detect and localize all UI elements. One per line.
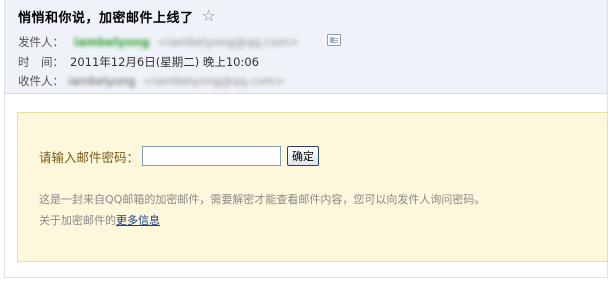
confirm-button[interactable]: 确定 xyxy=(287,146,320,166)
mail-header: 悄悄和你说，加密邮件上线了 ☆ 发件人： iambelyong <iambely… xyxy=(5,0,607,94)
mail-subject: 悄悄和你说，加密邮件上线了 ☆ xyxy=(18,7,216,26)
recipient-address: <iambelyong@qq.com> xyxy=(143,74,285,88)
password-label: 请输入邮件密码： xyxy=(39,149,140,165)
time-label: 时 间： xyxy=(18,55,64,69)
sender-name[interactable]: iambelyong xyxy=(74,35,149,49)
recipient-name[interactable]: iambelyong xyxy=(68,74,135,88)
from-row: 发件人： iambelyong <iambelyong@qq.com> xyxy=(18,34,299,50)
subject-text: 悄悄和你说，加密邮件上线了 xyxy=(18,10,194,26)
contact-card-icon[interactable] xyxy=(327,34,341,46)
more-info-link[interactable]: 更多信息 xyxy=(116,214,160,227)
to-row: 收件人： iambelyong <iambelyong@qq.com> xyxy=(18,73,285,89)
more-info-prefix: 关于加密邮件的 xyxy=(39,214,116,227)
from-label: 发件人： xyxy=(18,35,64,49)
password-input[interactable] xyxy=(142,146,282,166)
sender-address: <iambelyong@qq.com> xyxy=(157,35,299,49)
encrypted-mail-panel: 请输入邮件密码： 确定 这是一封来自QQ邮箱的加密邮件，需要解密才能查看邮件内容… xyxy=(17,112,608,262)
star-icon[interactable]: ☆ xyxy=(202,8,216,24)
more-info-line: 关于加密邮件的更多信息 xyxy=(39,212,160,228)
time-value: 2011年12月6日(星期二) 晚上10:06 xyxy=(70,55,259,69)
time-row: 时 间： 2011年12月6日(星期二) 晚上10:06 xyxy=(18,54,259,70)
to-label: 收件人： xyxy=(18,74,64,88)
encryption-info-text: 这是一封来自QQ邮箱的加密邮件，需要解密才能查看邮件内容，您可以向发件人询问密码… xyxy=(39,193,486,206)
password-row: 请输入邮件密码： 确定 xyxy=(39,145,320,167)
